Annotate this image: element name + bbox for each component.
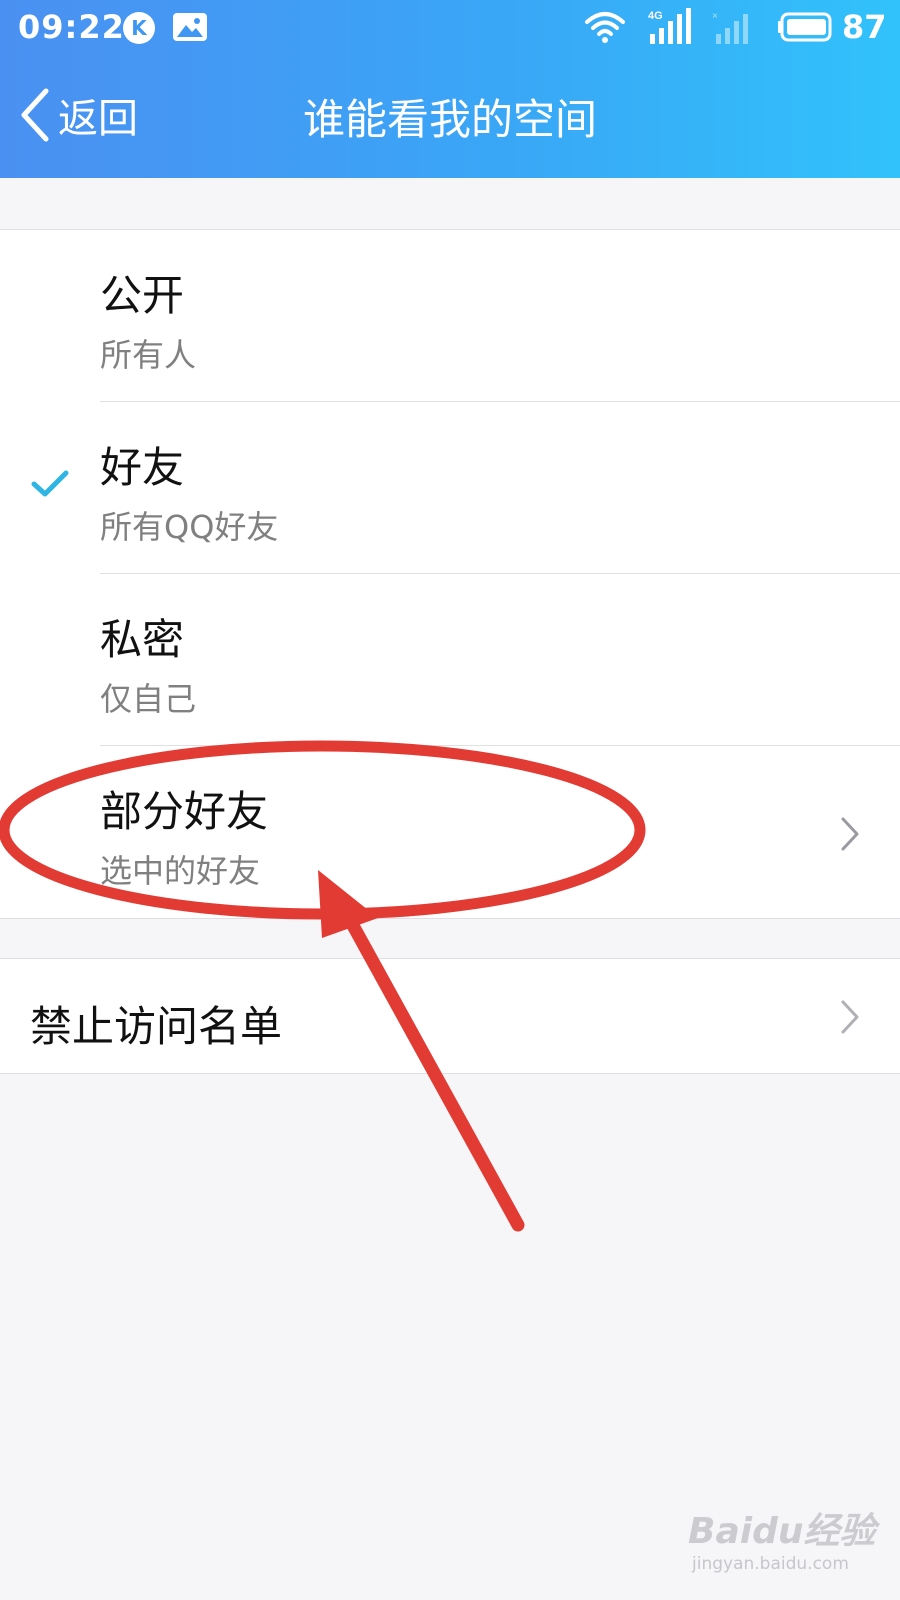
- gallery-icon: [173, 13, 207, 41]
- status-bar: 09:22 K 4G × 87: [0, 0, 900, 56]
- chevron-right-icon: [841, 1000, 859, 1034]
- network-label: 4G: [648, 10, 663, 22]
- watermark-url: jingyan.baidu.com: [692, 1554, 849, 1574]
- k-icon: K: [123, 12, 155, 44]
- option-friends[interactable]: 好友 所有QQ好友: [0, 402, 900, 574]
- status-time: 09:22: [18, 8, 125, 46]
- option-public[interactable]: 公开 所有人: [0, 230, 900, 402]
- battery-icon: [778, 12, 832, 42]
- header: 09:22 K 4G × 87 返回 谁能看我的空间: [0, 0, 900, 178]
- option-private[interactable]: 私密 仅自己: [0, 574, 900, 746]
- option-subtitle: 选中的好友: [100, 852, 261, 890]
- option-some-friends[interactable]: 部分好友 选中的好友: [0, 746, 900, 918]
- option-title: 公开: [100, 271, 185, 320]
- option-title: 部分好友: [100, 787, 269, 836]
- page-title: 谁能看我的空间: [302, 95, 597, 144]
- chevron-right-icon: [841, 817, 859, 851]
- option-title: 私密: [100, 615, 185, 664]
- option-subtitle: 所有QQ好友: [100, 508, 279, 546]
- nav-bar: 返回 谁能看我的空间: [0, 56, 900, 178]
- svg-text:×: ×: [712, 11, 718, 22]
- wifi-icon: [585, 12, 625, 43]
- battery-level: 87: [842, 8, 887, 46]
- blocklist-label: 禁止访问名单: [30, 1002, 283, 1051]
- option-subtitle: 仅自己: [100, 680, 197, 718]
- visibility-options: 公开 所有人 好友 所有QQ好友 私密 仅自己 部分好友 选中的好友: [0, 229, 900, 919]
- watermark-brand: Baidu经验: [688, 1511, 876, 1552]
- option-subtitle: 所有人: [100, 336, 197, 374]
- blocklist-row[interactable]: 禁止访问名单: [0, 958, 900, 1074]
- check-icon: [31, 470, 69, 497]
- signal-empty-icon: ×: [712, 11, 748, 44]
- option-title: 好友: [100, 443, 185, 492]
- watermark: Baidu经验 jingyan.baidu.com: [688, 1502, 878, 1586]
- signal-4g-icon: 4G: [648, 8, 691, 44]
